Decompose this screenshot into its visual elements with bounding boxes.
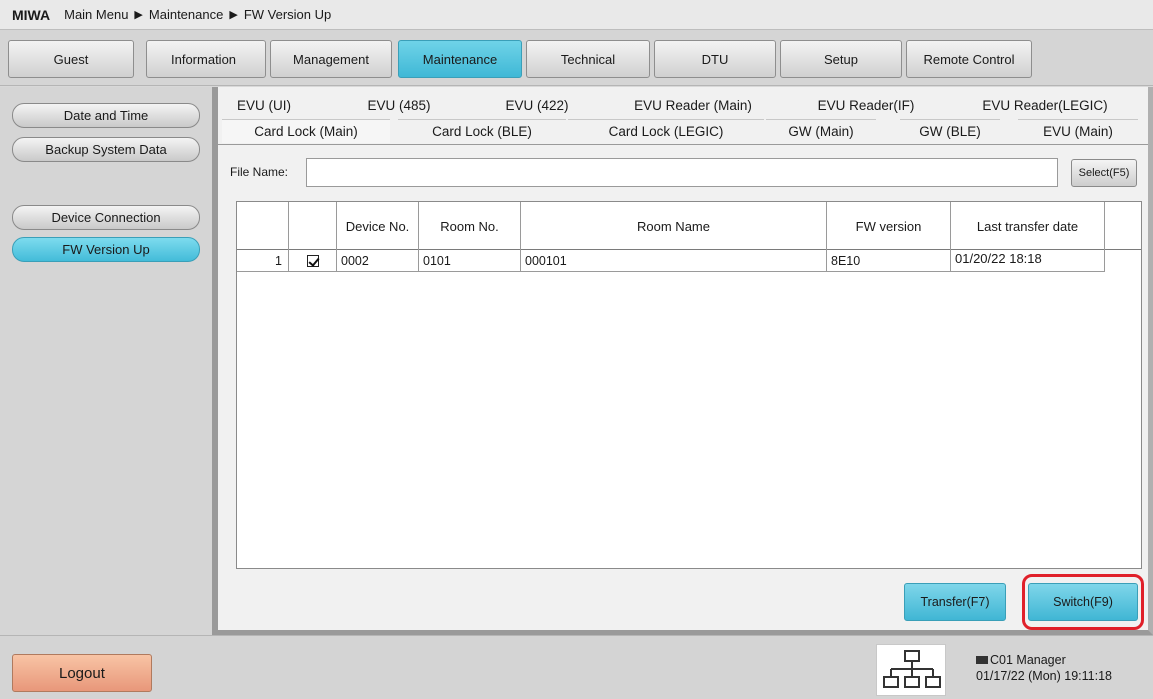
user-name: C01 Manager <box>990 653 1066 667</box>
table-header: Device No. Room No. Room Name FW version… <box>237 202 1141 250</box>
main-content: EVU (UI) EVU (485) EVU (422) EVU Reader … <box>212 87 1153 635</box>
network-icon[interactable] <box>876 644 946 696</box>
user-info: C01 Manager 01/17/22 (Mon) 19:11:18 <box>976 652 1112 684</box>
menu-guest[interactable]: Guest <box>8 40 134 78</box>
top-menu: Guest Information Management Maintenance… <box>0 30 1153 86</box>
current-datetime: 01/17/22 (Mon) 19:11:18 <box>976 669 1112 683</box>
sidebar-item-fw-version-up[interactable]: FW Version Up <box>12 237 200 262</box>
menu-technical[interactable]: Technical <box>526 40 650 78</box>
transfer-button[interactable]: Transfer(F7) <box>904 583 1006 621</box>
table-row[interactable]: 1 0002 0101 000101 8E10 01/20/22 18:18 <box>237 250 1105 272</box>
tab-gw-ble[interactable]: GW (BLE) <box>900 119 1000 143</box>
header-fw-version[interactable]: FW version <box>827 202 951 250</box>
breadcrumb-fw-version-up: FW Version Up <box>243 7 332 22</box>
row-room-name: 000101 <box>521 250 827 271</box>
switch-button[interactable]: Switch(F9) <box>1028 583 1138 621</box>
tab-evu-485[interactable]: EVU (485) <box>344 93 454 117</box>
tab-card-lock-main[interactable]: Card Lock (Main) <box>222 119 390 143</box>
menu-maintenance[interactable]: Maintenance <box>398 40 522 78</box>
header-check <box>289 202 337 250</box>
row-device-no: 0002 <box>337 250 419 271</box>
tab-evu-422[interactable]: EVU (422) <box>482 93 592 117</box>
tab-gw-main[interactable]: GW (Main) <box>766 119 876 143</box>
breadcrumb-arrow-icon: ▶ <box>134 9 143 21</box>
sidebar-item-date-and-time[interactable]: Date and Time <box>12 103 200 128</box>
tab-evu-main[interactable]: EVU (Main) <box>1018 119 1138 143</box>
tab-divider <box>218 144 1148 145</box>
header-index <box>237 202 289 250</box>
menu-dtu[interactable]: DTU <box>654 40 776 78</box>
title-bar: MIWA Main Menu ▶ Maintenance ▶ FW Versio… <box>0 0 1153 30</box>
header-device-no[interactable]: Device No. <box>337 202 419 250</box>
tab-evu-reader-legic[interactable]: EVU Reader(LEGIC) <box>962 93 1128 117</box>
file-name-input[interactable] <box>306 158 1058 187</box>
file-name-label: File Name: <box>230 165 289 179</box>
tab-evu-ui[interactable]: EVU (UI) <box>224 93 304 117</box>
breadcrumb-arrow-icon: ▶ <box>229 9 238 21</box>
row-fw-version: 8E10 <box>827 250 951 271</box>
menu-setup[interactable]: Setup <box>780 40 902 78</box>
sidebar-item-device-connection[interactable]: Device Connection <box>12 205 200 230</box>
sidebar-item-backup-system-data[interactable]: Backup System Data <box>12 137 200 162</box>
logout-button[interactable]: Logout <box>12 654 152 692</box>
select-button[interactable]: Select(F5) <box>1071 159 1137 187</box>
breadcrumb-main-menu[interactable]: Main Menu <box>64 7 128 22</box>
row-room-no: 0101 <box>419 250 521 271</box>
breadcrumb: Main Menu ▶ Maintenance ▶ FW Version Up <box>64 7 331 22</box>
device-table: Device No. Room No. Room Name FW version… <box>236 201 1142 569</box>
row-checkbox[interactable] <box>306 254 319 267</box>
row-index: 1 <box>237 250 289 271</box>
tab-card-lock-legic[interactable]: Card Lock (LEGIC) <box>568 119 764 143</box>
tab-card-lock-ble[interactable]: Card Lock (BLE) <box>398 119 566 143</box>
menu-information[interactable]: Information <box>146 40 266 78</box>
breadcrumb-maintenance[interactable]: Maintenance <box>149 7 223 22</box>
menu-remote-control[interactable]: Remote Control <box>906 40 1032 78</box>
sidebar: Date and Time Backup System Data Device … <box>0 87 212 635</box>
header-room-no[interactable]: Room No. <box>419 202 521 250</box>
app-brand: MIWA <box>12 6 51 23</box>
computer-icon <box>976 656 988 664</box>
row-checkbox-cell <box>289 250 337 271</box>
header-last-transfer-date[interactable]: Last transfer date <box>951 202 1105 250</box>
row-last-transfer: 01/20/22 18:18 <box>951 250 1105 271</box>
header-room-name[interactable]: Room Name <box>521 202 827 250</box>
tab-evu-reader-if[interactable]: EVU Reader(IF) <box>804 93 928 117</box>
menu-management[interactable]: Management <box>270 40 392 78</box>
footer: Logout C01 Manager 01/17/22 (Mon) 19:11:… <box>0 635 1153 699</box>
tab-evu-reader-main[interactable]: EVU Reader (Main) <box>618 93 768 117</box>
